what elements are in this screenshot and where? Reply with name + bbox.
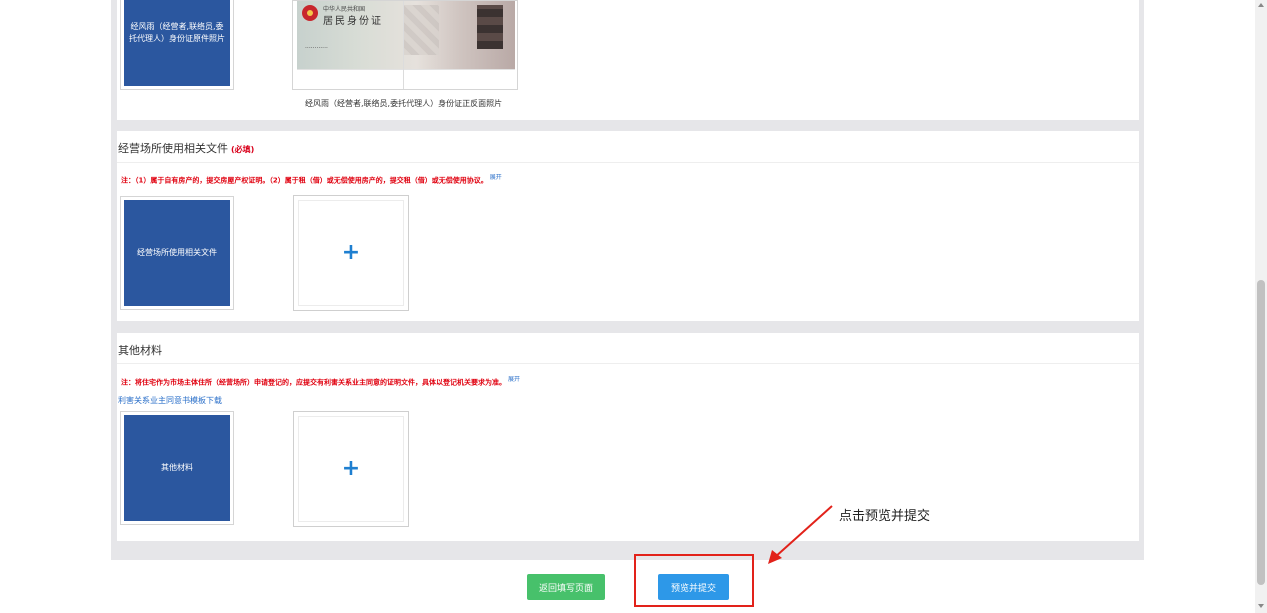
id-card-small-print: ············ xyxy=(305,45,328,52)
id-card-image: 中华人民共和国 居民身份证 ············ xyxy=(297,1,515,69)
required-mark: (必填) xyxy=(231,145,255,154)
plus-icon: + xyxy=(341,240,361,265)
id-card-blurred-region xyxy=(403,5,439,55)
plus-icon: + xyxy=(341,456,361,481)
scroll-up-arrow-icon[interactable] xyxy=(1258,3,1264,7)
id-card-divider xyxy=(403,1,404,89)
highlight-box xyxy=(634,554,754,607)
form-container: 经风雨（经营者,联络员,委托代理人）身份证原件照片 中华人民共和国 居民身份证 … xyxy=(111,0,1144,560)
other-note-text: 注：将住宅作为市场主体住所（经营场所）申请登记的，应提交有利害关系业主同意的证明… xyxy=(121,378,506,387)
premises-upload-button[interactable]: + xyxy=(293,195,409,311)
annotation-arrow-icon xyxy=(768,505,833,564)
premises-note: 注：（1）属于自有房产的，提交房屋产权证明。（2）属于租（借）或无偿使用房产的，… xyxy=(121,172,502,185)
scroll-down-arrow-icon[interactable] xyxy=(1258,604,1264,608)
id-card-title-text: 居民身份证 xyxy=(323,16,383,27)
id-card-portrait-pixelated xyxy=(477,5,503,49)
id-front-thumbnail[interactable]: 经风雨（经营者,联络员,委托代理人）身份证原件照片 xyxy=(120,0,234,90)
premises-section-title: 经营场所使用相关文件 (必填) xyxy=(118,140,254,156)
other-material-thumb-label: 其他材料 xyxy=(124,415,230,521)
section-divider xyxy=(117,162,1139,163)
id-card-bottom-strip xyxy=(297,69,515,90)
page-scrollbar[interactable] xyxy=(1255,0,1267,613)
annotation-text: 点击预览并提交 xyxy=(839,509,931,524)
scrollbar-thumb[interactable] xyxy=(1257,280,1265,585)
id-photo-panel: 经风雨（经营者,联络员,委托代理人）身份证原件照片 中华人民共和国 居民身份证 … xyxy=(117,0,1139,120)
other-material-thumbnail[interactable]: 其他材料 xyxy=(120,411,234,525)
other-materials-panel: 其他材料 注：将住宅作为市场主体住所（经营场所）申请登记的，应提交有利害关系业主… xyxy=(117,333,1139,541)
premises-expand-link[interactable]: 展开 xyxy=(490,174,502,181)
other-expand-link[interactable]: 展开 xyxy=(508,376,520,383)
other-section-title: 其他材料 xyxy=(118,344,162,357)
section-divider xyxy=(117,363,1139,364)
id-front-thumb-label: 经风雨（经营者,联络员,委托代理人）身份证原件照片 xyxy=(124,0,230,86)
id-card-image-frame[interactable]: 中华人民共和国 居民身份证 ············ xyxy=(292,0,518,90)
premises-note-text: 注：（1）属于自有房产的，提交房屋产权证明。（2）属于租（借）或无偿使用房产的，… xyxy=(121,176,488,185)
premises-doc-thumbnail[interactable]: 经营场所使用相关文件 xyxy=(120,196,234,310)
national-emblem-icon xyxy=(302,5,318,21)
id-photo-caption: 经风雨（经营者,联络员,委托代理人）身份证正反面照片 xyxy=(305,99,503,108)
other-note: 注：将住宅作为市场主体住所（经营场所）申请登记的，应提交有利害关系业主同意的证明… xyxy=(121,374,520,387)
premises-doc-thumb-label: 经营场所使用相关文件 xyxy=(124,200,230,306)
consent-template-download-link[interactable]: 利害关系业主同意书模板下载 xyxy=(118,395,222,406)
premises-upload-area: + xyxy=(298,200,404,306)
other-upload-area: + xyxy=(298,416,404,522)
back-to-form-button[interactable]: 返回填写页面 xyxy=(527,574,605,600)
premises-title-text: 经营场所使用相关文件 xyxy=(118,142,228,155)
other-upload-button[interactable]: + xyxy=(293,411,409,527)
premises-docs-panel: 经营场所使用相关文件 (必填) 注：（1）属于自有房产的，提交房屋产权证明。（2）… xyxy=(117,131,1139,321)
